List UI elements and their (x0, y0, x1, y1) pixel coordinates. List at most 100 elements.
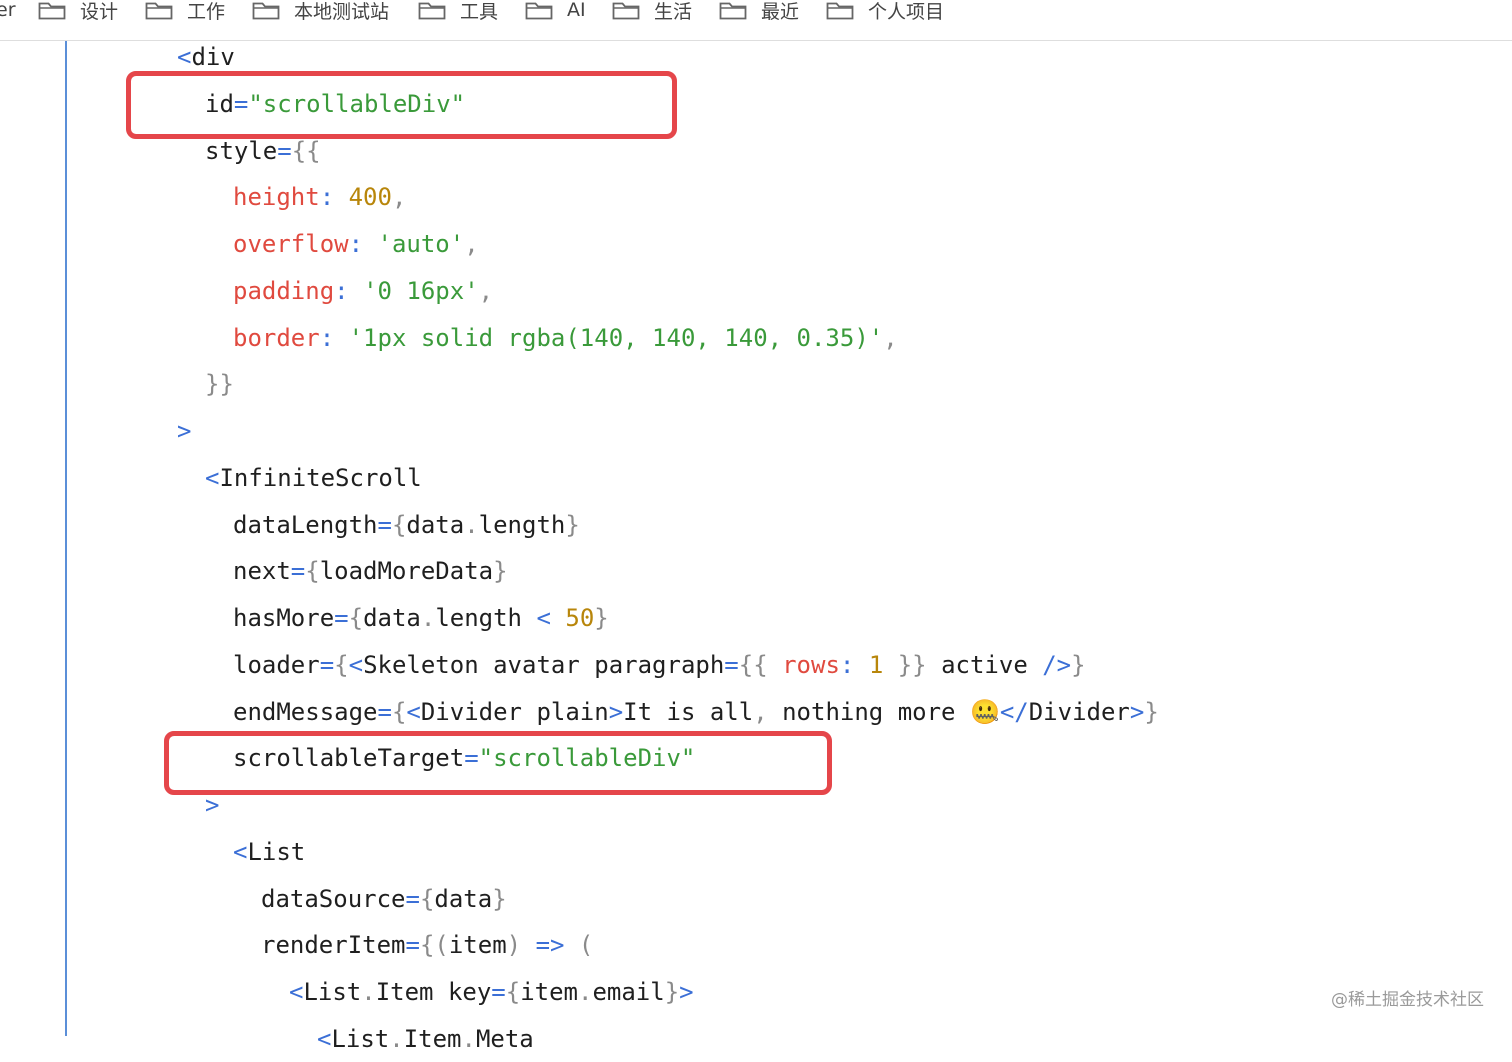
code-token: } (493, 557, 508, 586)
bookmark-folder-5[interactable]: 生活 (612, 0, 692, 24)
code-token: < (233, 837, 248, 866)
code-token: endMessage (233, 697, 378, 726)
code-token: hasMore (233, 604, 335, 632)
code-token: , (478, 276, 494, 305)
code-token: { (305, 557, 320, 586)
code-token: Item key (375, 978, 492, 1006)
code-token: 400 (348, 183, 392, 212)
code-token: dataSource (261, 884, 406, 913)
code-token: < (205, 463, 220, 492)
bookmark-folder-0[interactable]: 设计 (38, 0, 118, 24)
code-token: /> (1042, 650, 1072, 679)
code-token: </ (999, 697, 1029, 726)
code-token: renderItem (261, 931, 406, 960)
code-token: div (191, 43, 235, 71)
bookmark-label: 工具 (460, 0, 499, 23)
code-token: loader (233, 650, 320, 679)
code-line: dataLength={data.length} (233, 502, 580, 548)
bookmark-folder-4[interactable]: AI (525, 0, 586, 24)
bookmark-label: 本地测试站 (294, 0, 390, 23)
code-token: = (491, 978, 506, 1006)
code-line: > (177, 408, 191, 454)
code-token: . (361, 978, 376, 1006)
indent-guide (65, 41, 67, 1036)
code-token: , (391, 183, 407, 212)
code-token: > (1129, 697, 1145, 726)
bookmark-label: 生活 (654, 0, 693, 23)
code-token: nothing more 🤐 (767, 697, 1000, 726)
code-token: List (303, 978, 362, 1006)
code-token: {{ (738, 650, 783, 679)
code-line: dataSource={data} (261, 876, 507, 922)
bookmark-folder-2[interactable]: 本地测试站 (252, 0, 389, 24)
code-token: } (594, 604, 609, 632)
bookmark-clipped[interactable]: er (0, 0, 16, 24)
code-token: { (419, 884, 435, 913)
code-token: InfiniteScroll (219, 463, 422, 492)
code-token: < (317, 1024, 332, 1053)
code-token: = (334, 604, 349, 632)
code-token: dataLength (233, 510, 378, 539)
code-token: } (492, 884, 507, 913)
code-token: 'auto' (377, 230, 465, 258)
code-token: Divider plain (420, 697, 609, 726)
code-token: overflow (233, 230, 349, 258)
code-line: <List.Item key={item.email}> (289, 969, 694, 1015)
code-token: next (233, 557, 291, 586)
code-token: . (389, 1024, 404, 1053)
bookmark-label: 设计 (80, 0, 119, 23)
code-token: = (405, 931, 420, 960)
code-token: '0 16px' (363, 276, 479, 305)
code-token: ( (434, 931, 449, 960)
code-token: { (348, 604, 364, 632)
code-token: {{ (291, 136, 321, 165)
code-token: > (608, 697, 624, 726)
code-token: = (290, 557, 306, 586)
code-token: : (319, 323, 349, 352)
code-line: <InfiniteScroll (205, 455, 422, 501)
code-token: = (277, 136, 292, 165)
code-line: hasMore={data.length < 50} (233, 595, 609, 641)
code-token: } (1071, 650, 1086, 679)
code-token: = (724, 650, 739, 679)
bookmark-label: 最近 (761, 0, 800, 23)
code-token: > (679, 978, 694, 1006)
code-token: : (334, 276, 364, 305)
code-token: } (565, 510, 580, 539)
code-line: next={loadMoreData} (233, 548, 508, 594)
code-token: < (406, 697, 421, 726)
bookmark-folder-3[interactable]: 工具 (418, 0, 498, 24)
code-line: border: '1px solid rgba(140, 140, 140, 0… (233, 315, 898, 361)
code-line: endMessage={<Divider plain>It is all, no… (233, 689, 1159, 735)
code-token: , (753, 697, 768, 726)
folder-icon (612, 2, 640, 20)
code-token: border (233, 323, 320, 352)
bookmark-label: 工作 (187, 0, 226, 23)
code-token: . (461, 1024, 476, 1053)
code-token: , (464, 230, 479, 258)
highlight-box-scrollable-target (164, 731, 832, 795)
code-line: <List (233, 829, 305, 875)
code-token: data (434, 884, 493, 913)
code-token: } (1144, 697, 1159, 726)
bookmark-folder-6[interactable]: 最近 (719, 0, 799, 24)
code-token: { (419, 931, 435, 960)
bookmark-folder-1[interactable]: 工作 (145, 0, 225, 24)
folder-icon (719, 2, 747, 20)
code-token: Skeleton avatar paragraph (363, 650, 725, 679)
code-line: padding: '0 16px', (233, 268, 493, 314)
code-editor: <div id="scrollableDiv" style={{height: 40… (0, 41, 1512, 1053)
code-token: => (535, 931, 565, 960)
code-token: . (578, 978, 593, 1006)
code-token: : (839, 650, 869, 679)
code-token: length (478, 510, 566, 539)
folder-icon (38, 2, 66, 20)
code-token: = (377, 697, 392, 726)
code-token: style (205, 136, 278, 165)
code-token: List (331, 1024, 390, 1053)
bookmark-folder-7[interactable]: 个人项目 (826, 0, 944, 24)
code-line: <List.Item.Meta (317, 1016, 534, 1062)
